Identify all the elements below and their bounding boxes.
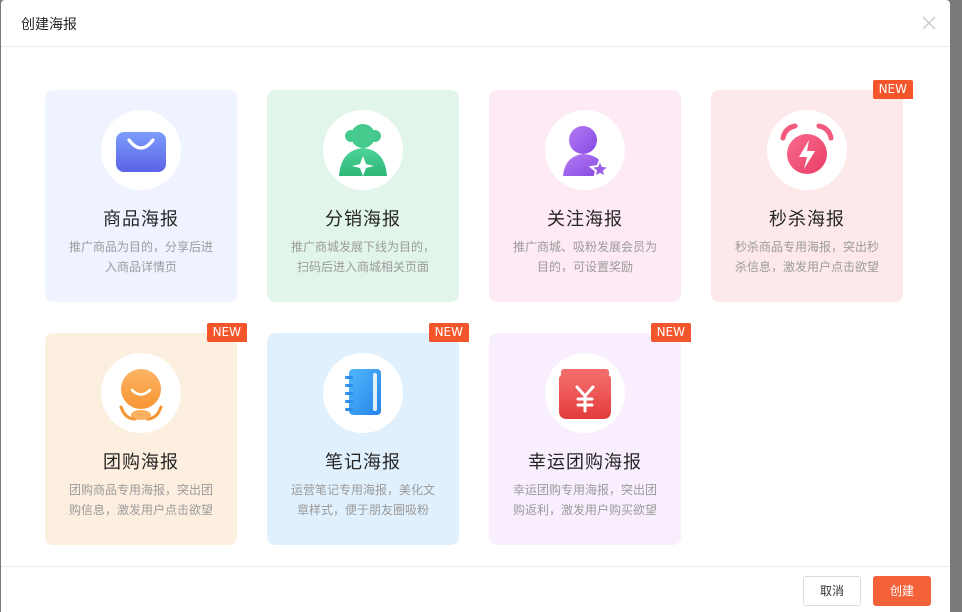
follow-user-icon [545, 110, 625, 190]
poster-card-distribution[interactable]: 分销海报 推广商城发展下线为目的，扫码后进入商城相关页面 [267, 90, 459, 302]
create-button[interactable]: 创建 [873, 576, 931, 606]
card-title: 笔记海报 [325, 452, 401, 473]
distribution-user-icon [323, 110, 403, 190]
alarm-clock-icon [767, 110, 847, 190]
new-badge: NEW [650, 323, 691, 342]
dialog-footer: 取消 创建 [1, 566, 950, 612]
poster-card-group-buy[interactable]: NEW 团购海报 团购商品专用海报，突出团购信息，激发用户点击欲望 [45, 323, 247, 545]
poster-card-flash-sale[interactable]: NEW 秒杀海报 秒杀商品专用海报，突出秒杀信息，激发用户点击欲望 [711, 80, 913, 302]
card-description: 推广商品为目的，分享后进入商品详情页 [68, 240, 213, 274]
card-description: 幸运团购专用海报，突出团购返利，激发用户购买欲望 [512, 483, 657, 517]
card-title: 分销海报 [325, 209, 401, 230]
new-badge: NEW [872, 80, 913, 99]
shopping-bag-icon [101, 110, 181, 190]
card-description: 推广商城发展下线为目的，扫码后进入商城相关页面 [290, 240, 435, 274]
card-description: 运营笔记专用海报，美化文章样式，便于朋友圈吸粉 [290, 483, 435, 517]
poster-card-lucky-group-buy[interactable]: NEW 幸运团购海报 幸运团购专用海报，突出团购返利，激发用户购买欲望 [489, 323, 691, 545]
card-description: 团购商品专用海报，突出团购信息，激发用户点击欲望 [68, 483, 213, 517]
red-envelope-icon [545, 353, 625, 433]
dialog-title: 创建海报 [21, 17, 77, 33]
new-badge: NEW [206, 323, 247, 342]
card-title: 团购海报 [103, 452, 179, 473]
poster-card-notes[interactable]: NEW 笔记海报 运营笔记专用海报，美化文章样式，便于朋友圈吸粉 [267, 323, 469, 545]
card-title: 关注海报 [547, 209, 623, 230]
card-title: 幸运团购海报 [528, 452, 642, 473]
notebook-icon [323, 353, 403, 433]
card-title: 商品海报 [103, 209, 179, 230]
dialog-header: 创建海报 [1, 0, 950, 47]
card-description: 推广商城、吸粉发展会员为目的，可设置奖励 [512, 240, 657, 274]
new-badge: NEW [428, 323, 469, 342]
group-smile-icon [101, 353, 181, 433]
poster-card-product[interactable]: 商品海报 推广商品为目的，分享后进入商品详情页 [45, 90, 237, 302]
cancel-button[interactable]: 取消 [803, 576, 861, 606]
create-poster-dialog: 创建海报 商品海报 推广商品为目的，分享后进入商品详情页 分销海报 推广商城发展… [1, 0, 950, 612]
poster-card-follow[interactable]: 关注海报 推广商城、吸粉发展会员为目的，可设置奖励 [489, 90, 681, 302]
card-description: 秒杀商品专用海报，突出秒杀信息，激发用户点击欲望 [734, 240, 879, 274]
close-icon[interactable] [920, 14, 938, 32]
card-title: 秒杀海报 [769, 209, 845, 230]
